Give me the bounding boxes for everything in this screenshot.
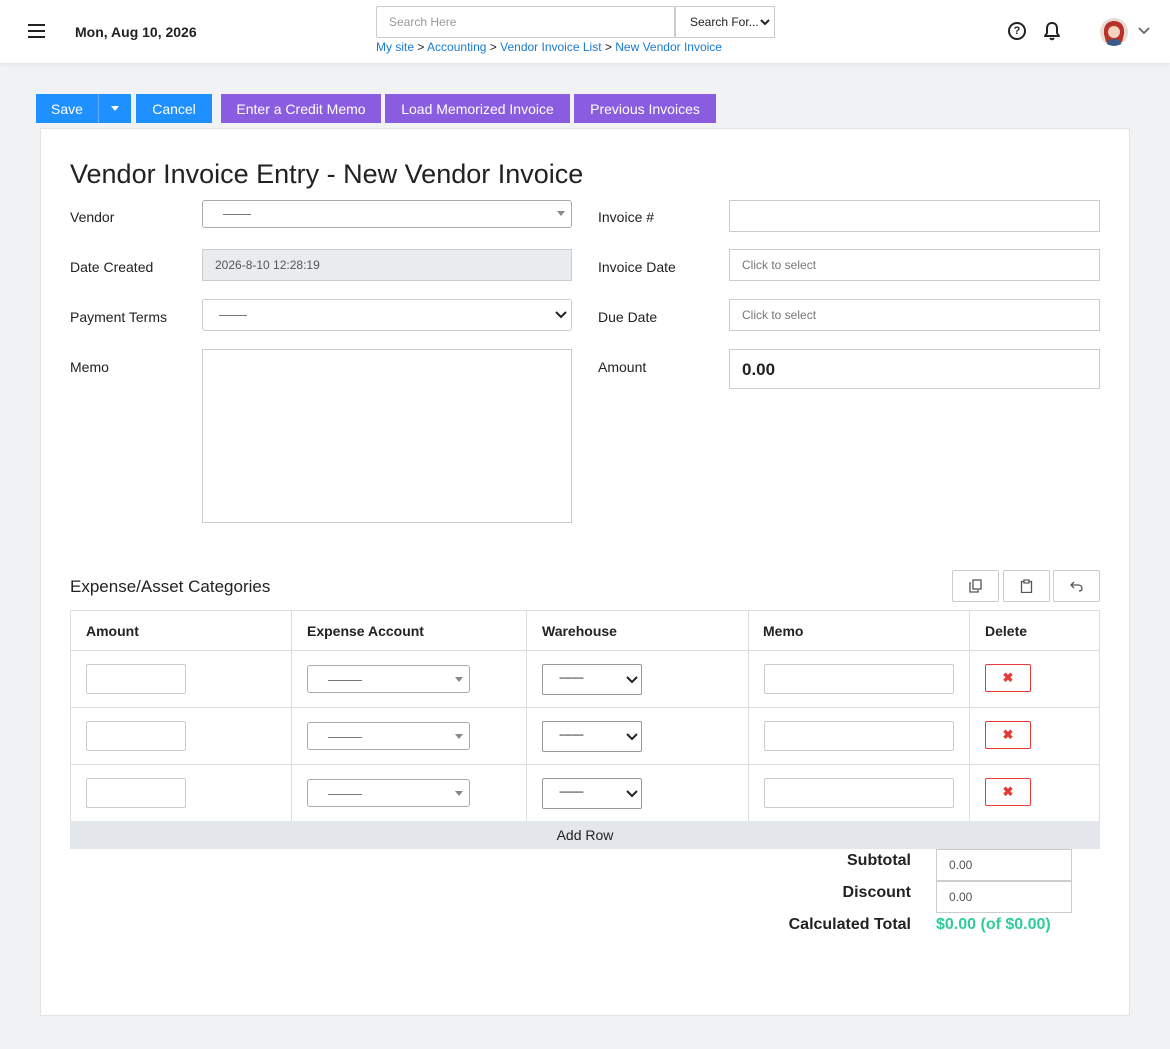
help-icon[interactable]: ? [1008, 22, 1026, 40]
amount-input[interactable]: 0.00 [729, 349, 1100, 389]
invoice-date-label: Invoice Date [598, 259, 676, 275]
search-for-label: Search For... [690, 15, 759, 29]
column-header-amount: Amount [86, 623, 139, 639]
calculated-total-value: $0.00 (of $0.00) [936, 916, 1051, 933]
avatar-image [1100, 18, 1128, 46]
row-amount-input[interactable] [86, 721, 186, 751]
amount-label: Amount [598, 359, 647, 375]
row-delete-button[interactable]: ✖ [985, 721, 1031, 749]
row-memo-input[interactable] [764, 664, 954, 694]
row-memo-input[interactable] [764, 721, 954, 751]
row-expense-account-select[interactable] [307, 722, 470, 750]
invoice-date-picker[interactable]: Click to select [729, 249, 1100, 281]
row-warehouse-select[interactable]: --------- [542, 778, 642, 809]
breadcrumb-accounting[interactable]: Accounting [427, 40, 486, 54]
row-warehouse-select[interactable]: --------- [542, 664, 642, 695]
enter-credit-memo-button[interactable]: Enter a Credit Memo [221, 94, 381, 123]
hamburger-menu-icon[interactable] [28, 24, 45, 38]
payment-terms-label: Payment Terms [70, 309, 167, 325]
categories-title: Expense/Asset Categories [70, 577, 271, 596]
memo-label: Memo [70, 359, 109, 375]
date-created-field: 2026-8-10 12:28:19 [202, 249, 572, 281]
invoice-form-card: Vendor Invoice Entry - New Vendor Invoic… [40, 128, 1130, 1016]
breadcrumb-my-site[interactable]: My site [376, 40, 414, 54]
paste-button[interactable] [1003, 570, 1050, 602]
invoice-number-input[interactable] [729, 200, 1100, 232]
table-header: Amount Expense Account Warehouse Memo De… [71, 611, 1099, 651]
save-button[interactable]: Save [36, 94, 98, 123]
chevron-down-icon [555, 311, 567, 319]
row-delete-button[interactable]: ✖ [985, 664, 1031, 692]
account-chevron-down-icon[interactable] [1138, 26, 1150, 36]
user-avatar[interactable] [1100, 18, 1128, 46]
chevron-down-icon [626, 676, 638, 684]
current-date: Mon, Aug 10, 2026 [75, 24, 197, 40]
dropdown-arrow-icon [455, 791, 463, 796]
row-expense-account-select[interactable] [307, 665, 470, 693]
subtotal-input[interactable]: 0.00 [936, 849, 1072, 881]
row-expense-account-select[interactable] [307, 779, 470, 807]
close-icon: ✖ [1002, 670, 1014, 685]
dropdown-arrow-icon [557, 211, 565, 216]
table-row: --------- ✖ [71, 765, 1099, 822]
add-row-button[interactable]: Add Row [70, 821, 1100, 849]
discount-input[interactable]: 0.00 [936, 881, 1072, 913]
due-date-picker[interactable]: Click to select [729, 299, 1100, 331]
memo-textarea[interactable] [202, 349, 572, 523]
previous-invoices-button[interactable]: Previous Invoices [574, 94, 716, 123]
page-title: Vendor Invoice Entry - New Vendor Invoic… [70, 159, 584, 189]
chevron-down-icon [626, 733, 638, 741]
copy-icon [969, 579, 982, 593]
invoice-number-label: Invoice # [598, 209, 655, 225]
copy-button[interactable] [952, 570, 999, 602]
undo-button[interactable] [1053, 570, 1100, 602]
dropdown-arrow-icon [455, 677, 463, 682]
cancel-button[interactable]: Cancel [136, 94, 212, 123]
close-icon: ✖ [1002, 727, 1014, 742]
vendor-select[interactable] [202, 200, 572, 228]
close-icon: ✖ [1002, 784, 1014, 799]
due-date-label: Due Date [598, 309, 658, 325]
column-header-warehouse: Warehouse [542, 623, 617, 639]
payment-terms-select[interactable] [202, 299, 572, 331]
row-amount-input[interactable] [86, 664, 186, 694]
row-warehouse-select[interactable]: --------- [542, 721, 642, 752]
vendor-label: Vendor [70, 209, 115, 225]
table-row: --------- ✖ [71, 651, 1099, 708]
global-search-input[interactable] [376, 6, 675, 38]
load-memorized-invoice-button[interactable]: Load Memorized Invoice [385, 94, 570, 123]
column-header-delete: Delete [985, 623, 1028, 639]
search-for-select[interactable]: Search For... [675, 6, 775, 38]
chevron-down-icon [626, 790, 638, 798]
column-header-memo: Memo [763, 623, 804, 639]
row-amount-input[interactable] [86, 778, 186, 808]
save-options-dropdown[interactable] [98, 94, 131, 123]
subtotal-label: Subtotal [847, 852, 911, 869]
discount-label: Discount [842, 884, 911, 901]
calculated-total-label: Calculated Total [788, 916, 911, 933]
dropdown-arrow-icon [455, 734, 463, 739]
chevron-down-icon [760, 18, 770, 25]
top-bar: Mon, Aug 10, 2026 Search For... My site … [0, 0, 1170, 63]
breadcrumb-vendor-invoice-list[interactable]: Vendor Invoice List [500, 40, 601, 54]
row-memo-input[interactable] [764, 778, 954, 808]
undo-icon [1070, 581, 1083, 592]
date-created-label: Date Created [70, 259, 154, 275]
row-delete-button[interactable]: ✖ [985, 778, 1031, 806]
clipboard-icon [1020, 579, 1033, 593]
breadcrumb-new-vendor-invoice[interactable]: New Vendor Invoice [615, 40, 722, 54]
caret-down-icon [111, 106, 119, 111]
breadcrumb: My site > Accounting > Vendor Invoice Li… [376, 40, 722, 54]
table-row: --------- ✖ [71, 708, 1099, 765]
categories-table: Amount Expense Account Warehouse Memo De… [70, 610, 1100, 823]
bell-icon[interactable] [1043, 21, 1061, 41]
column-header-expense-account: Expense Account [307, 623, 424, 639]
